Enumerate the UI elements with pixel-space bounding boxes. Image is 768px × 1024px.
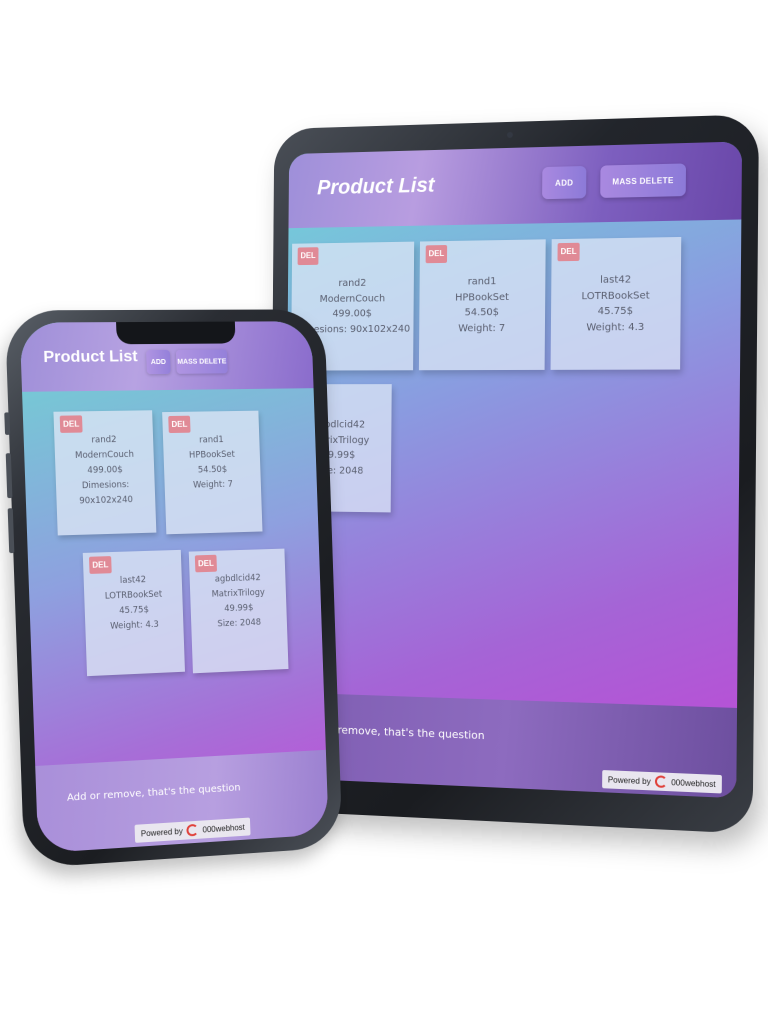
- product-sku: rand1: [420, 273, 546, 290]
- delete-checkbox-label[interactable]: DEL: [168, 416, 190, 433]
- product-price: 499.00$: [291, 306, 413, 322]
- product-card[interactable]: DEL rand2 ModernCouch 499.00$ Dimesions:…: [53, 410, 156, 535]
- tablet-camera: [507, 132, 513, 138]
- phone-device: Product List ADD MASS DELETE DEL rand2 M…: [5, 309, 343, 868]
- delete-checkbox-label[interactable]: DEL: [60, 415, 83, 433]
- delete-checkbox-label[interactable]: DEL: [89, 556, 112, 574]
- product-card[interactable]: DEL agbdlcid42 MatrixTrilogy 49.99$ Size…: [189, 549, 289, 674]
- mass-delete-button[interactable]: MASS DELETE: [176, 349, 228, 373]
- product-attribute: Weight: 4.3: [85, 617, 183, 636]
- footer-text: Add or remove, that's the question: [67, 782, 241, 803]
- delete-checkbox-label[interactable]: DEL: [557, 243, 579, 261]
- webhost-logo-icon: [187, 824, 199, 837]
- delete-checkbox-label[interactable]: DEL: [298, 247, 319, 264]
- product-name: LOTRBookSet: [551, 287, 681, 304]
- tablet-screen: Product List ADD MASS DELETE DEL rand2 M…: [284, 141, 742, 798]
- host-name: 000webhost: [202, 822, 245, 834]
- product-card[interactable]: DEL rand1 HPBookSet 54.50$ Weight: 7: [162, 411, 262, 535]
- powered-by-badge[interactable]: Powered by 000webhost: [602, 770, 722, 793]
- product-attribute: Weight: 4.3: [551, 319, 681, 336]
- webhost-logo-icon: [655, 775, 667, 788]
- product-attribute: Size: 2048: [191, 615, 287, 634]
- powered-by-text: Powered by: [141, 826, 183, 838]
- page-title: Product List: [43, 348, 138, 367]
- product-price: 54.50$: [419, 305, 545, 322]
- product-attribute-value: 90x102x240: [56, 492, 155, 510]
- phone-footer: Add or remove, that's the question Power…: [35, 750, 329, 853]
- product-name: ModernCouch: [292, 291, 414, 308]
- delete-checkbox-label[interactable]: DEL: [195, 555, 217, 573]
- tablet-device: Product List ADD MASS DELETE DEL rand2 M…: [269, 114, 759, 834]
- mass-delete-button[interactable]: MASS DELETE: [600, 163, 686, 198]
- volume-down-button: [8, 508, 15, 553]
- powered-by-badge[interactable]: Powered by 000webhost: [135, 818, 251, 843]
- product-card[interactable]: DEL last42 LOTRBookSet 45.75$ Weight: 4.…: [83, 550, 185, 676]
- product-price: 45.75$: [551, 303, 681, 320]
- delete-checkbox-label[interactable]: DEL: [426, 245, 448, 263]
- host-name: 000webhost: [671, 778, 716, 789]
- volume-up-button: [6, 453, 13, 498]
- product-attribute: Weight: 7: [164, 477, 261, 494]
- add-button[interactable]: ADD: [146, 350, 171, 374]
- product-attribute: Weight: 7: [419, 320, 545, 336]
- page-title: Product List: [317, 174, 435, 200]
- product-name: HPBookSet: [419, 289, 545, 306]
- phone-notch: [116, 322, 236, 345]
- product-sku: rand2: [292, 275, 414, 292]
- product-card[interactable]: DEL last42 LOTRBookSet 45.75$ Weight: 4.…: [551, 237, 682, 370]
- tablet-header: Product List ADD MASS DELETE: [289, 141, 743, 228]
- phone-screen: Product List ADD MASS DELETE DEL rand2 M…: [20, 321, 329, 853]
- mute-switch: [4, 412, 10, 435]
- add-button[interactable]: ADD: [542, 166, 586, 199]
- product-grid: DEL rand2 ModernCouch 499.00$ Dimesions:…: [288, 236, 741, 244]
- powered-by-text: Powered by: [608, 775, 651, 786]
- tablet-footer: dd or remove, that's the question Powere…: [284, 692, 737, 798]
- product-card[interactable]: DEL rand1 HPBookSet 54.50$ Weight: 7: [419, 239, 546, 370]
- product-sku: last42: [551, 272, 681, 289]
